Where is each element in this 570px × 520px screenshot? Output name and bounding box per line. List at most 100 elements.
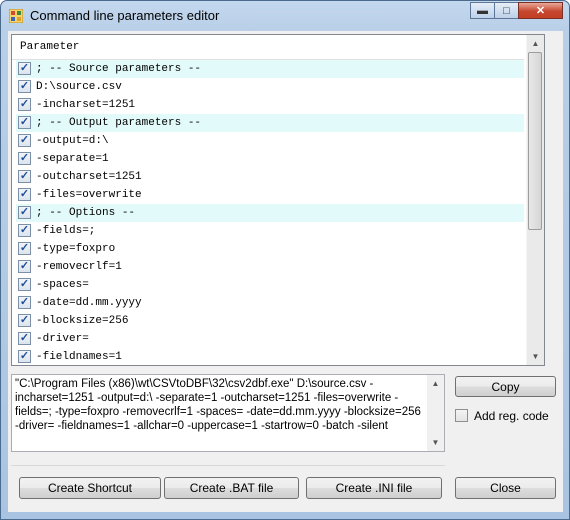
table-row[interactable]: ✓ -date=dd.mm.yyyy: [16, 294, 524, 312]
close-icon: ✕: [535, 5, 546, 17]
table-row[interactable]: ✓ -driver=: [16, 330, 524, 348]
parameter-text: -type=foxpro: [36, 243, 116, 255]
table-row[interactable]: ✓ -incharset=1251: [16, 96, 524, 114]
checkmark-icon: ✓: [19, 62, 30, 74]
table-row[interactable]: ✓ ; -- Options --: [16, 204, 524, 222]
parameter-text: -incharset=1251: [36, 99, 136, 111]
row-checkbox[interactable]: ✓: [18, 224, 31, 237]
scroll-up-icon: ▲: [431, 379, 440, 388]
checkmark-icon: ✓: [19, 296, 30, 308]
separator: [11, 465, 445, 466]
row-checkbox[interactable]: ✓: [18, 350, 31, 363]
scroll-thumb[interactable]: [528, 52, 542, 230]
table-row[interactable]: ✓ D:\source.csv: [16, 78, 524, 96]
grid-scrollbar[interactable]: ▲ ▼: [526, 35, 544, 365]
table-row[interactable]: ✓ -removecrlf=1: [16, 258, 524, 276]
command-line-textbox[interactable]: "C:\Program Files (x86)\wt\CSVtoDBF\32\c…: [11, 374, 445, 452]
client-area: Parameter ✓ ; -- Source parameters -- ✓ D:\…: [8, 31, 563, 512]
row-checkbox[interactable]: ✓: [18, 242, 31, 255]
close-button[interactable]: Close: [455, 477, 556, 499]
checkmark-icon: ✓: [19, 260, 30, 272]
row-checkbox[interactable]: ✓: [18, 260, 31, 273]
scroll-down-button[interactable]: ▼: [527, 348, 544, 365]
row-checkbox[interactable]: ✓: [18, 134, 31, 147]
maximize-icon: □: [503, 4, 510, 17]
row-checkbox[interactable]: ✓: [18, 152, 31, 165]
checkmark-icon: ✓: [19, 152, 30, 164]
parameter-text: -fieldnames=1: [36, 351, 122, 363]
copy-button[interactable]: Copy: [455, 376, 556, 397]
row-checkbox[interactable]: ✓: [18, 278, 31, 291]
table-row[interactable]: ✓ -files=overwrite: [16, 186, 524, 204]
command-scroll-down-button[interactable]: ▼: [427, 434, 444, 451]
create-bat-button[interactable]: Create .BAT file: [164, 477, 299, 499]
table-row[interactable]: ✓ ; -- Source parameters --: [16, 60, 524, 78]
checkmark-icon: ✓: [19, 242, 30, 254]
checkmark-icon: ✓: [19, 314, 30, 326]
add-reg-code-label: Add reg. code: [474, 409, 549, 423]
checkmark-icon: ✓: [19, 116, 30, 128]
row-checkbox[interactable]: ✓: [18, 62, 31, 75]
parameter-text: -separate=1: [36, 153, 109, 165]
row-checkbox[interactable]: ✓: [18, 188, 31, 201]
parameter-text: -removecrlf=1: [36, 261, 122, 273]
table-row[interactable]: ✓ -blocksize=256: [16, 312, 524, 330]
parameter-text: -date=dd.mm.yyyy: [36, 297, 142, 309]
table-row[interactable]: ✓ -type=foxpro: [16, 240, 524, 258]
parameter-text: D:\source.csv: [36, 81, 122, 93]
minimize-icon: ▬: [477, 4, 488, 17]
table-row[interactable]: ✓ ; -- Output parameters --: [16, 114, 524, 132]
table-row[interactable]: ✓ -outcharset=1251: [16, 168, 524, 186]
row-checkbox[interactable]: ✓: [18, 206, 31, 219]
minimize-button[interactable]: ▬: [470, 2, 495, 19]
row-checkbox[interactable]: ✓: [18, 296, 31, 309]
checkmark-icon: ✓: [19, 134, 30, 146]
checkmark-icon: ✓: [19, 98, 30, 110]
checkmark-icon: ✓: [19, 332, 30, 344]
table-row[interactable]: ✓ -fieldnames=1: [16, 348, 524, 366]
parameter-text: ; -- Source parameters --: [36, 63, 202, 75]
command-scroll-up-button[interactable]: ▲: [427, 375, 444, 392]
row-checkbox[interactable]: ✓: [18, 98, 31, 111]
row-checkbox[interactable]: ✓: [18, 80, 31, 93]
parameter-text: -output=d:\: [36, 135, 109, 147]
checkmark-icon: ✓: [19, 80, 30, 92]
scroll-down-icon: ▼: [531, 352, 540, 361]
parameter-text: -spaces=: [36, 279, 89, 291]
column-header-parameter: Parameter: [20, 41, 80, 53]
row-checkbox[interactable]: ✓: [18, 332, 31, 345]
command-scrollbar[interactable]: ▲ ▼: [427, 375, 444, 451]
grid-header[interactable]: Parameter: [12, 35, 524, 60]
table-row[interactable]: ✓ -separate=1: [16, 150, 524, 168]
create-ini-button[interactable]: Create .INI file: [306, 477, 442, 499]
create-shortcut-button[interactable]: Create Shortcut: [19, 477, 161, 499]
checkmark-icon: ✓: [19, 224, 30, 236]
parameter-text: -outcharset=1251: [36, 171, 142, 183]
close-window-button[interactable]: ✕: [518, 2, 563, 19]
parameter-text: -blocksize=256: [36, 315, 129, 327]
checkmark-icon: ✓: [19, 350, 30, 362]
maximize-button[interactable]: □: [494, 2, 519, 19]
command-line-text: "C:\Program Files (x86)\wt\CSVtoDBF\32\c…: [15, 378, 421, 432]
row-checkbox[interactable]: ✓: [18, 170, 31, 183]
title-bar[interactable]: Command line parameters editor ▬ □ ✕: [1, 1, 569, 31]
parameter-rows: ✓ ; -- Source parameters -- ✓ D:\source.csv…: [16, 60, 524, 366]
parameter-text: -files=overwrite: [36, 189, 142, 201]
scroll-up-button[interactable]: ▲: [527, 35, 544, 52]
parameter-text: ; -- Options --: [36, 207, 136, 219]
row-checkbox[interactable]: ✓: [18, 314, 31, 327]
row-checkbox[interactable]: ✓: [18, 116, 31, 129]
parameter-text: -driver=: [36, 333, 89, 345]
window-controls: ▬ □ ✕: [470, 2, 563, 20]
checkmark-icon: ✓: [19, 188, 30, 200]
table-row[interactable]: ✓ -fields=;: [16, 222, 524, 240]
table-row[interactable]: ✓ -spaces=: [16, 276, 524, 294]
checkmark-icon: ✓: [19, 206, 30, 218]
add-reg-code-box[interactable]: [455, 409, 468, 422]
main-window: Command line parameters editor ▬ □ ✕ Par…: [0, 0, 570, 520]
table-row[interactable]: ✓ -output=d:\: [16, 132, 524, 150]
checkmark-icon: ✓: [19, 170, 30, 182]
parameters-grid[interactable]: Parameter ✓ ; -- Source parameters -- ✓ D:\…: [11, 34, 545, 366]
window-title: Command line parameters editor: [30, 8, 220, 23]
parameter-text: ; -- Output parameters --: [36, 117, 202, 129]
